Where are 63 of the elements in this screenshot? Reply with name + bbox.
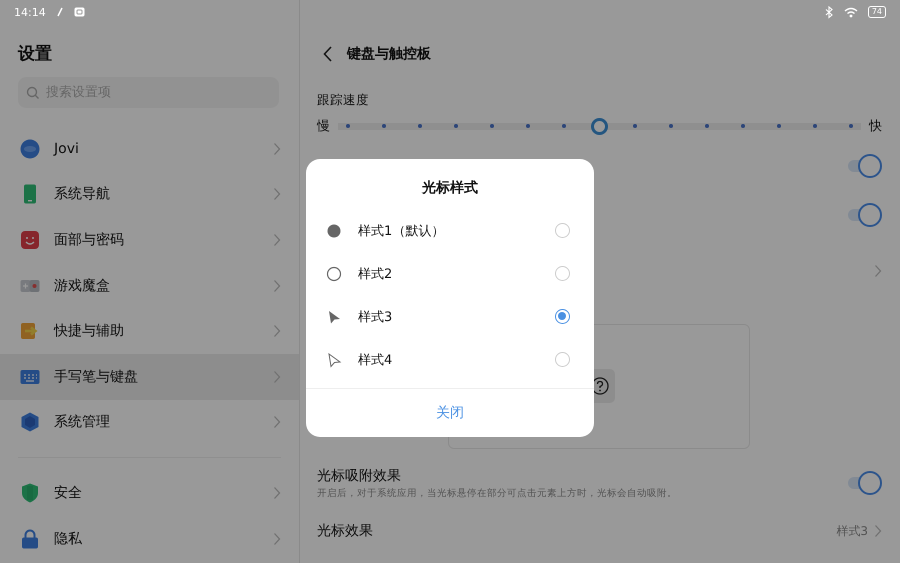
setting-value: 样式3 xyxy=(836,522,868,540)
option-row[interactable]: 样式3 xyxy=(306,295,594,338)
chevron-icon xyxy=(273,370,281,384)
dialog-title: 光标样式 xyxy=(422,179,478,197)
lock-icon xyxy=(20,528,40,549)
smiley-face-icon xyxy=(20,230,40,250)
toggle-switch[interactable] xyxy=(846,202,882,226)
sidebar-item[interactable]: 游戏魔盒 xyxy=(0,262,299,308)
sidebar-item[interactable]: 面部与密码 xyxy=(0,217,299,263)
sidebar-item[interactable]: 安全 xyxy=(0,470,299,516)
chevron-icon xyxy=(874,264,882,278)
option-row[interactable]: 样式2 xyxy=(306,252,594,295)
page-title: 键盘与触控板 xyxy=(347,45,431,63)
chevron-icon xyxy=(273,324,281,338)
bluetooth-icon xyxy=(824,6,834,18)
back-icon[interactable] xyxy=(323,46,333,62)
slider-max-label: 快 xyxy=(869,118,882,135)
toggle-switch[interactable] xyxy=(846,471,882,495)
chevron-icon xyxy=(273,187,281,202)
chevron-icon xyxy=(874,524,882,538)
chevron-icon xyxy=(273,278,281,293)
chevron-icon xyxy=(273,532,281,546)
question-icon xyxy=(591,377,609,395)
option-row[interactable]: 样式1（默认） xyxy=(306,209,594,252)
slash-icon xyxy=(56,6,64,18)
ring-cursor-icon xyxy=(326,266,342,282)
setting-label: 光标效果 xyxy=(317,522,373,540)
search-icon xyxy=(26,86,39,99)
sidebar-item[interactable]: 手写笔与键盘 xyxy=(0,354,299,400)
pointer-outline-icon xyxy=(326,352,342,368)
chevron-icon xyxy=(273,142,281,156)
hexagon-icon xyxy=(20,412,40,432)
section-label: 跟踪速度 xyxy=(317,92,369,109)
sidebar-item[interactable]: 快捷与辅助 xyxy=(0,308,299,354)
status-time: 14:14 xyxy=(14,6,46,18)
slider-min-label: 慢 xyxy=(317,118,330,135)
option-row[interactable]: 样式4 xyxy=(306,338,594,381)
setting-description: 开启后，对于系统应用，当光标悬停在部分可点击元素上方时，光标会自动吸附。 xyxy=(317,486,678,500)
sidebar-item[interactable]: 隐私 xyxy=(0,516,299,562)
option-label: 样式2 xyxy=(358,266,394,282)
chevron-icon xyxy=(273,415,281,430)
radio-button[interactable] xyxy=(555,223,570,238)
chevron-icon xyxy=(273,232,281,247)
sidebar-title: 设置 xyxy=(18,43,52,65)
sidebar-item[interactable]: 系统导航 xyxy=(0,172,299,218)
sidebar-item[interactable]: Jovi xyxy=(0,126,299,172)
shield-icon xyxy=(20,482,40,503)
option-label: 样式4 xyxy=(358,352,394,368)
wifi-icon xyxy=(844,6,858,18)
app-notification-icon xyxy=(74,7,85,17)
setting-label: 光标吸附效果 xyxy=(317,466,402,484)
toggle-switch[interactable] xyxy=(846,154,882,178)
sidebar-item[interactable]: 系统管理 xyxy=(0,400,299,446)
pointer-icon xyxy=(326,308,342,324)
battery-indicator: 74 xyxy=(868,6,886,18)
option-label: 样式1（默认） xyxy=(358,222,446,240)
dot-cursor-icon xyxy=(326,222,342,238)
radio-button[interactable] xyxy=(555,352,570,367)
radio-button[interactable] xyxy=(555,309,570,324)
option-label: 样式3 xyxy=(358,308,394,326)
chevron-icon xyxy=(273,486,281,500)
arrow-icon xyxy=(20,321,40,342)
radio-button[interactable] xyxy=(555,266,570,281)
